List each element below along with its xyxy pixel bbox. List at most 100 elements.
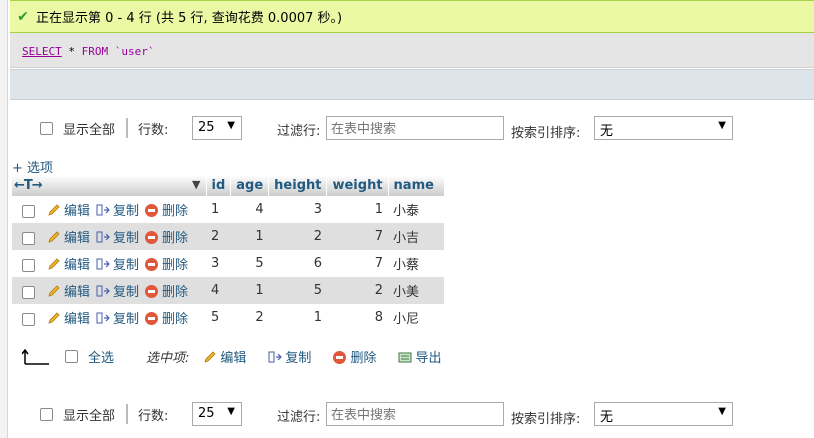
col-header-age[interactable]: age bbox=[230, 175, 270, 196]
cell-weight[interactable]: 2 bbox=[326, 277, 389, 304]
cell-age[interactable]: 1 bbox=[230, 277, 269, 304]
table-row[interactable]: 编辑 复制 删除 3 5 6 7 小蔡 bbox=[12, 250, 445, 277]
delete-icon bbox=[145, 204, 159, 217]
rows-select-value: 25 bbox=[198, 120, 215, 135]
row-delete-button[interactable]: 删除 bbox=[145, 231, 188, 246]
cell-weight[interactable]: 1 bbox=[326, 196, 389, 223]
sort-select[interactable]: 无 ▼ bbox=[594, 116, 733, 140]
cell-height[interactable]: 6 bbox=[268, 250, 327, 277]
column-nav-arrows[interactable]: ←T→ bbox=[14, 178, 43, 193]
cell-name[interactable]: 小美 bbox=[388, 277, 445, 304]
cell-id[interactable]: 2 bbox=[206, 223, 231, 250]
cell-height[interactable]: 1 bbox=[268, 304, 327, 331]
copy-icon bbox=[268, 351, 283, 362]
bulk-copy-button[interactable]: 复制 bbox=[268, 347, 311, 366]
cell-id[interactable]: 4 bbox=[206, 277, 231, 304]
cell-name[interactable]: 小蔡 bbox=[388, 250, 445, 277]
row-checkbox[interactable] bbox=[22, 232, 35, 245]
row-copy-button[interactable]: 复制 bbox=[96, 258, 139, 273]
filter-input[interactable] bbox=[326, 116, 504, 140]
delete-icon bbox=[145, 231, 159, 244]
cell-weight[interactable]: 7 bbox=[326, 250, 389, 277]
row-delete-button[interactable]: 删除 bbox=[145, 204, 188, 219]
table-row[interactable]: 编辑 复制 删除 4 1 5 2 小美 bbox=[12, 277, 445, 304]
row-actions: 编辑 复制 删除 bbox=[12, 277, 206, 304]
filter-input-bottom[interactable] bbox=[326, 402, 504, 426]
bulk-edit-button[interactable]: 编辑 bbox=[203, 347, 246, 366]
check-all-label[interactable]: 全选 bbox=[88, 347, 114, 366]
row-edit-button[interactable]: 编辑 bbox=[47, 312, 90, 327]
row-checkbox[interactable] bbox=[22, 205, 35, 218]
cell-age[interactable]: 4 bbox=[230, 196, 269, 223]
check-all-checkbox[interactable] bbox=[65, 349, 78, 363]
row-checkbox[interactable] bbox=[22, 259, 35, 272]
row-edit-button[interactable]: 编辑 bbox=[47, 285, 90, 300]
row-delete-button[interactable]: 删除 bbox=[145, 258, 188, 273]
show-all-checkbox-bottom[interactable] bbox=[40, 407, 53, 421]
cell-name[interactable]: 小吉 bbox=[388, 223, 445, 250]
rows-select-bottom[interactable]: 25 ▼ bbox=[192, 402, 242, 426]
filter-label-bottom: 过滤行: bbox=[277, 410, 321, 425]
cell-name[interactable]: 小尼 bbox=[388, 304, 445, 331]
sql-select-keyword[interactable]: SELECT bbox=[22, 45, 62, 58]
cell-id[interactable]: 3 bbox=[206, 250, 231, 277]
row-delete-button[interactable]: 删除 bbox=[145, 285, 188, 300]
chevron-down-icon: ▼ bbox=[227, 406, 235, 417]
delete-icon bbox=[145, 312, 159, 325]
delete-icon bbox=[145, 285, 159, 298]
cell-weight[interactable]: 8 bbox=[326, 304, 389, 331]
pencil-icon bbox=[48, 231, 60, 243]
cell-height[interactable]: 2 bbox=[268, 223, 327, 250]
row-checkbox[interactable] bbox=[22, 286, 35, 299]
col-header-id[interactable]: id bbox=[206, 175, 232, 196]
show-all-label-bottom: 显示全部 bbox=[63, 408, 116, 424]
row-edit-button[interactable]: 编辑 bbox=[47, 204, 90, 219]
table-row[interactable]: 编辑 复制 删除 5 2 1 8 小尼 bbox=[12, 304, 445, 331]
col-header-height[interactable]: height bbox=[268, 175, 328, 196]
filter-label: 过滤行: bbox=[277, 124, 321, 139]
cell-age[interactable]: 2 bbox=[230, 304, 269, 331]
row-copy-button[interactable]: 复制 bbox=[96, 312, 139, 327]
row-edit-button[interactable]: 编辑 bbox=[47, 231, 90, 246]
rows-select[interactable]: 25 ▼ bbox=[192, 116, 242, 140]
col-header-name[interactable]: name bbox=[388, 175, 445, 196]
row-copy-button[interactable]: 复制 bbox=[96, 231, 139, 246]
status-text: 正在显示第 0 - 4 行 (共 5 行, 查询花费 0.0007 秒。) bbox=[36, 11, 343, 26]
show-all-checkbox[interactable] bbox=[40, 121, 53, 135]
rows-label: 行数: bbox=[138, 122, 169, 138]
options-link[interactable]: + 选项 bbox=[12, 157, 53, 176]
col-header-weight[interactable]: weight bbox=[326, 175, 389, 196]
cell-height[interactable]: 5 bbox=[268, 277, 327, 304]
row-edit-button[interactable]: 编辑 bbox=[47, 258, 90, 273]
delete-icon bbox=[145, 258, 159, 271]
sort-select-value: 无 bbox=[600, 124, 614, 139]
row-copy-button[interactable]: 复制 bbox=[96, 204, 139, 219]
sort-dropdown-icon[interactable]: ▼ bbox=[192, 178, 200, 191]
copy-icon bbox=[96, 231, 110, 243]
bulk-delete-button[interactable]: 删除 bbox=[333, 347, 376, 366]
sort-select-bottom[interactable]: 无 ▼ bbox=[594, 402, 733, 426]
bulk-export-button[interactable]: 导出 bbox=[398, 347, 441, 366]
row-delete-button[interactable]: 删除 bbox=[145, 312, 188, 327]
results-table: ←T→ ▼ id age height weight name 编辑 复制 删除 1 4… bbox=[12, 175, 445, 331]
pencil-icon bbox=[48, 204, 60, 216]
row-actions: 编辑 复制 删除 bbox=[12, 304, 206, 331]
cell-name[interactable]: 小泰 bbox=[388, 196, 445, 223]
sql-from-keyword: FROM bbox=[81, 45, 109, 58]
cell-age[interactable]: 1 bbox=[230, 223, 269, 250]
delete-icon bbox=[333, 350, 347, 364]
row-copy-button[interactable]: 复制 bbox=[96, 285, 139, 300]
copy-icon bbox=[96, 312, 110, 324]
row-checkbox[interactable] bbox=[22, 313, 35, 326]
cell-id[interactable]: 5 bbox=[206, 304, 231, 331]
sql-query-box: SELECT * FROM `user` bbox=[10, 33, 814, 68]
nav-row-top: 显示全部 行数: bbox=[40, 115, 168, 141]
sql-star: * bbox=[68, 45, 75, 58]
cell-id[interactable]: 1 bbox=[206, 196, 231, 223]
cell-age[interactable]: 5 bbox=[230, 250, 269, 277]
table-row[interactable]: 编辑 复制 删除 1 4 3 1 小泰 bbox=[12, 196, 445, 223]
rows-select-value: 25 bbox=[198, 406, 215, 421]
table-row[interactable]: 编辑 复制 删除 2 1 2 7 小吉 bbox=[12, 223, 445, 250]
cell-weight[interactable]: 7 bbox=[326, 223, 389, 250]
cell-height[interactable]: 3 bbox=[268, 196, 327, 223]
